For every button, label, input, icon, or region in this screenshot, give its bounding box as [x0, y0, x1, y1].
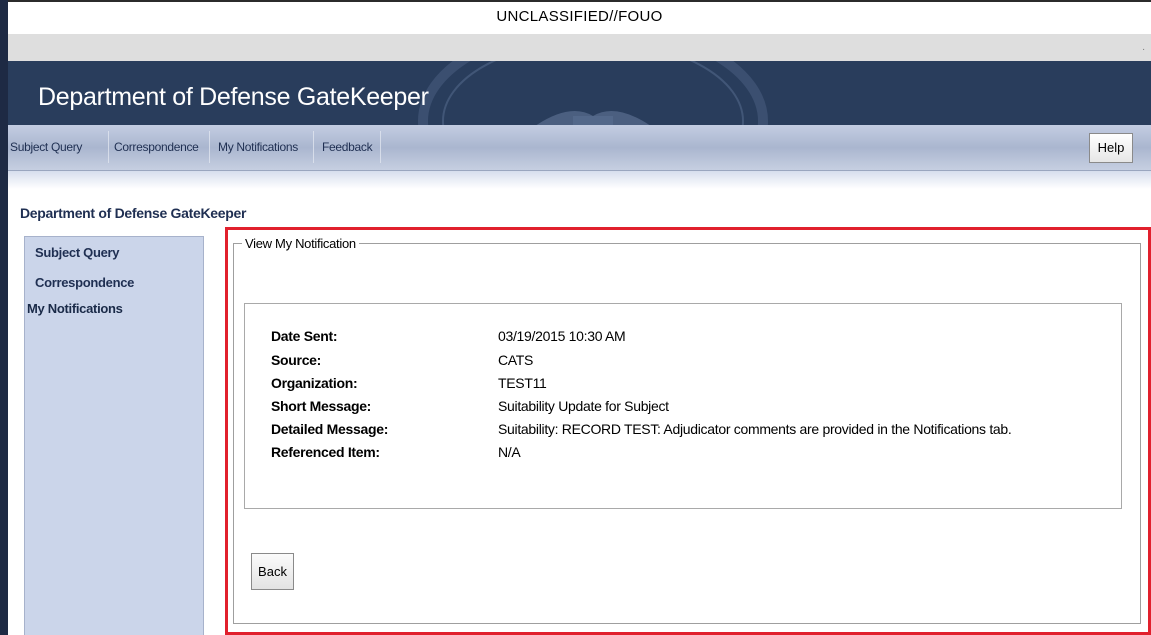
nav-separator	[209, 131, 210, 163]
nav-separator	[313, 131, 314, 163]
header-banner: Department of Defense GateKeeper	[8, 61, 1151, 125]
dod-seal-icon	[418, 61, 768, 125]
nav-tab-feedback[interactable]: Feedback	[322, 140, 373, 154]
banner-title: Department of Defense GateKeeper	[38, 83, 429, 111]
highlight-box	[225, 227, 1151, 635]
help-button[interactable]: Help	[1089, 133, 1133, 163]
top-nav: Subject Query Correspondence My Notifica…	[8, 125, 1151, 171]
nav-separator	[108, 131, 109, 163]
strip-dot: .	[1142, 42, 1145, 53]
toolbar-strip: .	[8, 34, 1151, 61]
nav-tab-my-notifications[interactable]: My Notifications	[218, 140, 298, 154]
nav-tab-subject-query[interactable]: Subject Query	[10, 140, 82, 154]
nav-separator	[380, 131, 381, 163]
nav-tab-correspondence[interactable]: Correspondence	[114, 140, 199, 154]
sidebar-item-my-notifications[interactable]: My Notifications	[27, 301, 123, 316]
sidebar-item-correspondence[interactable]: Correspondence	[35, 275, 134, 290]
nav-shadow	[8, 171, 1151, 189]
sidebar-item-subject-query[interactable]: Subject Query	[35, 245, 120, 260]
page-title: Department of Defense GateKeeper	[20, 205, 247, 221]
window-left-edge	[0, 0, 8, 635]
classification-banner: UNCLASSIFIED//FOUO	[8, 0, 1151, 34]
sidebar: Subject Query Correspondence My Notifica…	[24, 236, 204, 635]
